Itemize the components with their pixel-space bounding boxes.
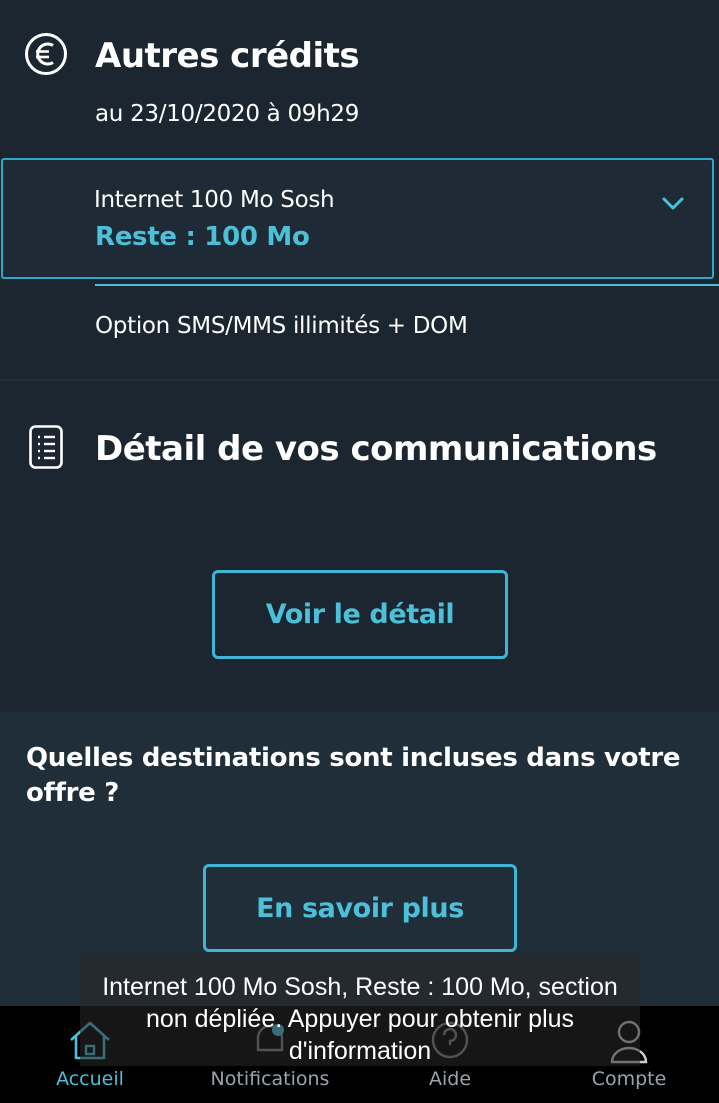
tab-label-accueil: Accueil [56,1068,124,1090]
credit-item-sms-option[interactable]: Option SMS/MMS illimités + DOM [95,313,468,339]
destinations-question: Quelles destinations sont incluses dans … [26,743,681,808]
credits-title: Autres crédits [95,36,360,76]
voir-detail-button[interactable]: Voir le détail [212,570,508,659]
credit-item-remaining: Reste : 100 Mo [95,222,310,252]
toast-message: Internet 100 Mo Sosh, Reste : 100 Mo, se… [102,973,618,1065]
chevron-down-icon[interactable] [660,193,686,213]
credit-item-name: Internet 100 Mo Sosh [94,187,335,213]
tab-label-compte: Compte [591,1068,667,1090]
tab-label-notifications: Notifications [210,1068,330,1090]
credits-date: au 23/10/2020 à 09h29 [95,101,360,127]
tab-label-aide: Aide [428,1068,472,1090]
accessibility-toast: Internet 100 Mo Sosh, Reste : 100 Mo, se… [80,953,640,1066]
en-savoir-plus-button[interactable]: En savoir plus [203,864,517,952]
credit-item-internet[interactable] [1,158,714,279]
section-divider [0,379,719,381]
credit-item-divider [95,284,719,286]
communications-title: Détail de vos communications [95,429,657,469]
document-list-icon [29,425,63,469]
euro-icon [25,33,67,75]
credits-section-header: Autres crédits au 23/10/2020 à 09h29 [0,0,719,160]
